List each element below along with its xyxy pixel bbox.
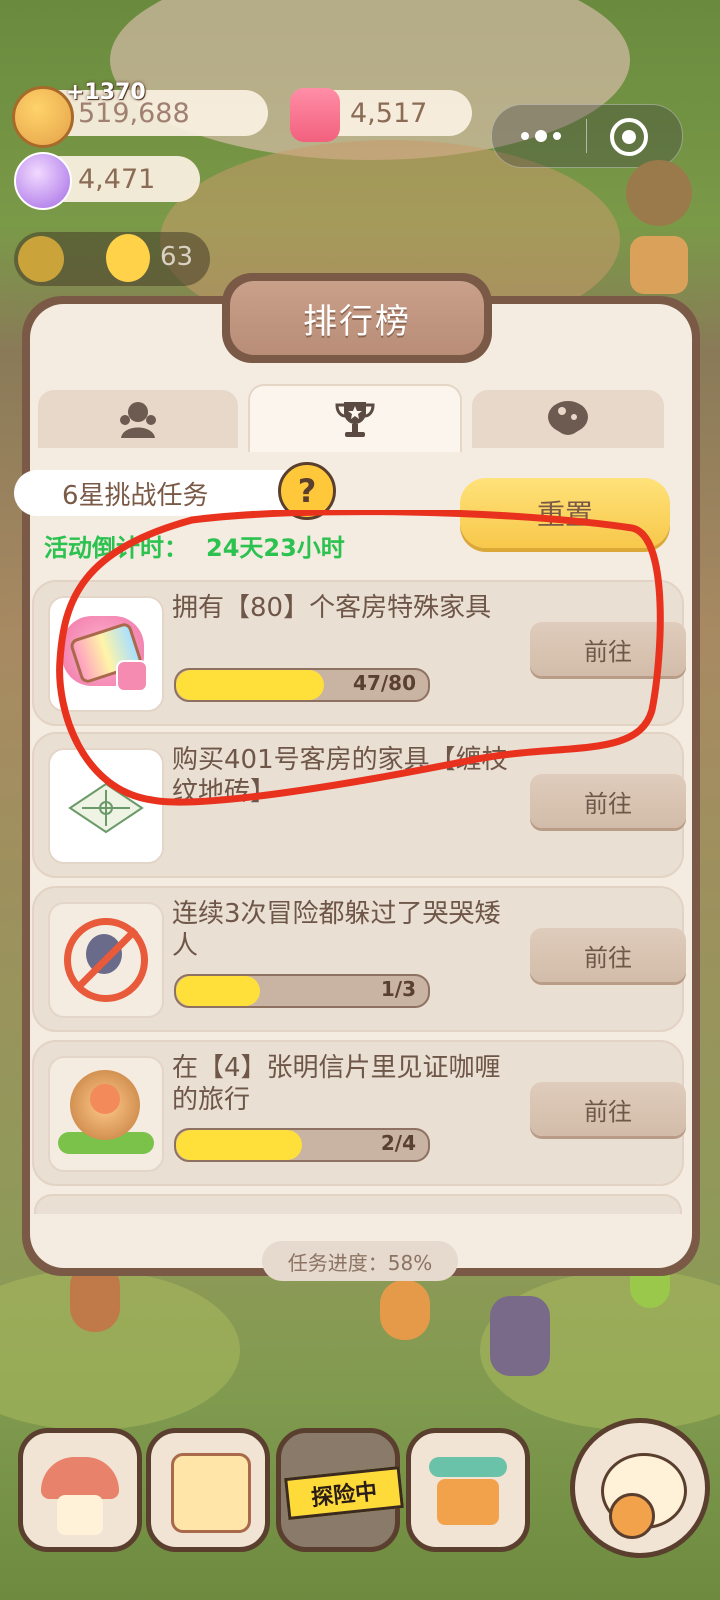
task-card: 购买401号客房的家具【缠枝纹地砖】 前往 (32, 732, 686, 878)
chick-icon (106, 234, 150, 282)
candy-value: 4,517 (350, 97, 428, 129)
villager-character (490, 1296, 550, 1376)
countdown: 活动倒计时： 24天23小时 (44, 528, 345, 563)
progress-text: 2/4 (380, 1131, 416, 1155)
shop-furniture-button[interactable] (406, 1428, 530, 1552)
task-progress-bar: 1/3 (174, 974, 430, 1008)
go-button[interactable]: 前往 (530, 1082, 686, 1136)
villager-character (380, 1280, 430, 1340)
pet-count: 63 (160, 242, 194, 272)
countdown-value: 24天23小时 (206, 534, 345, 562)
task-title: 拥有【80】个客房特殊家具 (172, 593, 492, 623)
trophy-icon (335, 402, 375, 437)
gold-gain-text: +1370 (66, 80, 146, 105)
go-button[interactable]: 前往 (530, 622, 686, 676)
panel-title-plate: 排行榜 (222, 273, 492, 363)
countdown-label: 活动倒计时： (44, 534, 188, 562)
mushroom-icon (548, 401, 588, 435)
timer-character-button[interactable] (570, 1418, 710, 1558)
schedule-calendar-button[interactable] (146, 1428, 270, 1552)
task-progress-bar: 2/4 (174, 1128, 430, 1162)
pet-counter[interactable]: 63 (14, 232, 210, 286)
progress-text: 47/80 (353, 671, 416, 695)
postcard-side-button[interactable] (630, 236, 688, 294)
person-icon (120, 402, 156, 438)
task-card: 连续3次冒险都躲过了哭哭矮人 1/3 前往 (32, 886, 686, 1032)
progress-fill (176, 1130, 302, 1160)
task-title: 购买401号客房的家具【缠枝纹地砖】 (172, 745, 508, 807)
reset-button[interactable]: 重置 (460, 478, 670, 548)
progress-text: 1/3 (380, 977, 416, 1001)
task-card: 拥有【80】个客房特殊家具 47/80 前往 (32, 580, 686, 726)
no-crying-dwarf-icon (48, 902, 164, 1018)
go-button[interactable]: 前往 (530, 774, 686, 828)
tab-mushroom[interactable] (472, 390, 664, 448)
sun-icon (18, 236, 64, 282)
tab-trophy[interactable] (248, 384, 462, 452)
next-task-card-peek (34, 1194, 682, 1214)
task-card: 在【4】张明信片里见证咖喱的旅行 2/4 前往 (32, 1040, 686, 1186)
tab-person[interactable] (38, 390, 238, 448)
floor-tile-icon (48, 748, 164, 864)
close-target-icon[interactable] (610, 118, 648, 156)
settings-gear-icon[interactable] (626, 160, 692, 226)
task-title: 连续3次冒险都躲过了哭哭矮人 (172, 899, 501, 961)
task-progress-bar: 47/80 (174, 668, 430, 702)
go-button[interactable]: 前往 (530, 928, 686, 982)
pink-candy-icon (290, 88, 340, 142)
progress-fill (176, 976, 260, 1006)
progress-fill (176, 670, 325, 700)
miniprogram-capsule (491, 104, 683, 168)
cookie-icon (12, 86, 74, 148)
panel-title: 排行榜 (303, 301, 411, 342)
task-progress-summary: 任务进度：58% (262, 1241, 458, 1281)
curry-character-icon (48, 1056, 164, 1172)
more-menu-icon[interactable] (506, 113, 576, 159)
furniture-icon (48, 596, 164, 712)
home-mushroom-button[interactable] (18, 1428, 142, 1552)
challenge-title: 6星挑战任务 (62, 480, 209, 511)
task-title: 在【4】张明信片里见证咖喱的旅行 (172, 1053, 501, 1115)
crystal-icon (14, 152, 72, 210)
gem-value: 4,471 (78, 163, 156, 195)
help-question-icon[interactable]: ? (278, 462, 336, 520)
